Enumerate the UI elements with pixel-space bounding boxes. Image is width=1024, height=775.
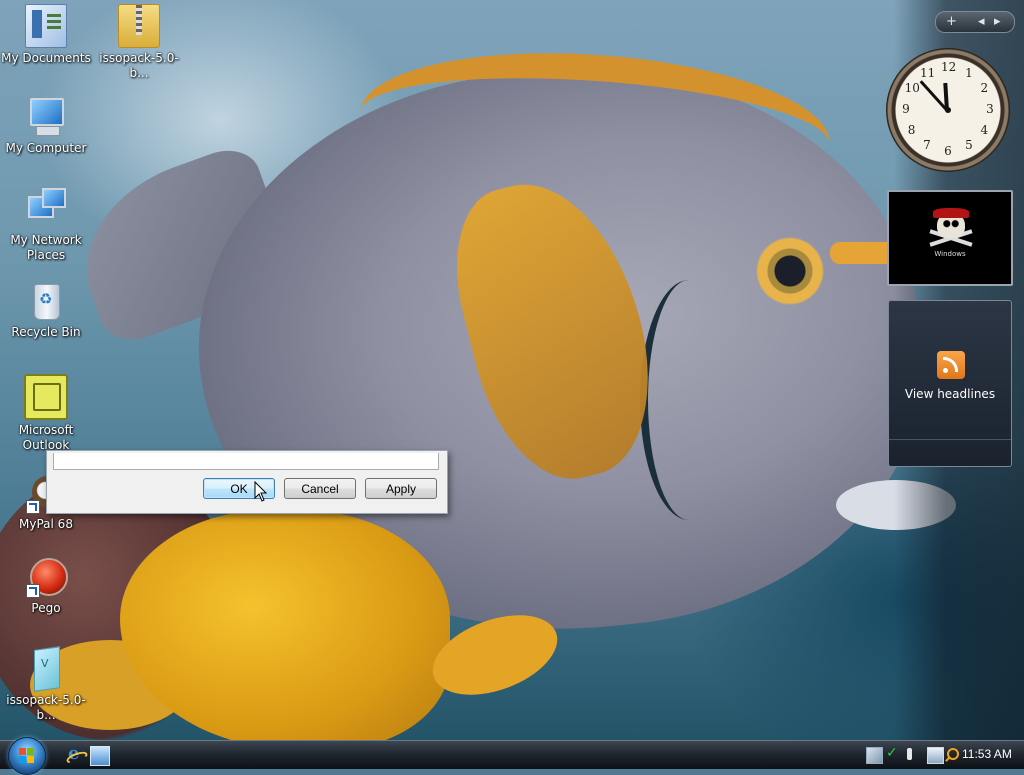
shortcut-arrow-icon	[26, 500, 40, 514]
display-tray-icon[interactable]	[927, 747, 944, 764]
feed-gadget-footer	[889, 439, 1011, 466]
desktop-icon-label: Microsoft Outlook	[18, 423, 74, 452]
dialog-window: OK Cancel Apply	[46, 450, 448, 514]
slideshow-caption: Windows	[934, 250, 966, 258]
sidebar-controls: + ◂ ▸	[935, 11, 1015, 33]
desktop-icon-my-computer[interactable]: My Computer	[0, 96, 92, 156]
view-headlines-link[interactable]: View headlines	[889, 387, 1011, 401]
shortcut-arrow-icon	[26, 584, 40, 598]
feed-headlines-gadget[interactable]: View headlines	[888, 300, 1012, 467]
next-page-button[interactable]: ▸	[994, 12, 1001, 32]
network-icon	[26, 188, 66, 230]
slideshow-gadget[interactable]: Windows	[887, 190, 1013, 286]
fish-gill	[640, 280, 738, 520]
desktop-icon-label: My Network Places	[10, 233, 82, 262]
clock-numeral: 4	[980, 123, 989, 137]
yellow-fish	[120, 510, 450, 740]
show-desktop-icon[interactable]	[90, 746, 110, 766]
clock-numeral: 6	[944, 144, 952, 158]
computer-icon	[26, 96, 66, 138]
dialog-text-field[interactable]	[53, 453, 439, 470]
outlook-icon	[24, 374, 68, 420]
clock-gadget[interactable]: 12 1 2 3 4 5 6 7 8 9 10 11	[886, 48, 1010, 172]
clock-center-pin	[945, 107, 951, 113]
internet-explorer-icon[interactable]	[66, 743, 84, 764]
cancel-button[interactable]: Cancel	[284, 478, 356, 499]
search-tray-icon[interactable]	[944, 747, 959, 762]
start-button[interactable]	[8, 737, 46, 775]
clock-numeral: 5	[965, 138, 973, 153]
clock-numeral: 8	[907, 123, 916, 137]
clock-numeral: 9	[902, 102, 910, 116]
clock-numeral: 7	[923, 138, 931, 153]
desktop-icon-label: My Computer	[5, 141, 87, 155]
desktop-wallpaper	[0, 0, 1024, 740]
desktop-icon-label: issopack-5.0-b...	[6, 693, 86, 722]
desktop-icon-issopack-disc[interactable]: issopack-5.0-b...	[0, 648, 92, 723]
clock-numeral: 2	[980, 81, 989, 95]
clock-numeral: 1	[965, 65, 973, 80]
desktop-icon-my-documents[interactable]: My Documents	[0, 4, 92, 66]
desktop-icon-zip-file[interactable]: issopack-5.0-b...	[93, 4, 185, 81]
desktop-icon-label: Pego	[31, 601, 61, 615]
bandana-graphic	[933, 208, 969, 218]
desktop-icon-my-network[interactable]: My Network Places	[0, 188, 92, 263]
desktop-icon-outlook[interactable]: Microsoft Outlook	[0, 374, 92, 453]
clock-numeral: 10	[904, 81, 920, 95]
security-check-tray-icon[interactable]	[885, 745, 900, 762]
clock-numeral: 12	[941, 60, 957, 74]
windows-logo-icon	[19, 748, 35, 764]
recycle-bin-icon	[26, 280, 66, 322]
desktop-icon-label: Recycle Bin	[11, 325, 81, 339]
zip-folder-icon	[118, 4, 160, 48]
pego-icon	[26, 556, 68, 598]
clock-numeral: 3	[986, 102, 994, 116]
desktop-icon-label: MyPal 68	[19, 517, 73, 531]
network-tray-icon[interactable]	[866, 747, 883, 764]
disc-image-icon	[26, 648, 66, 690]
rss-icon	[937, 351, 965, 379]
desktop-icon-label: issopack-5.0-b...	[99, 51, 179, 80]
fish-eye	[754, 236, 826, 306]
desktop-icon-label: My Documents	[1, 51, 91, 65]
usb-device-tray-icon[interactable]	[902, 747, 917, 762]
desktop-icon-pego[interactable]: Pego	[0, 556, 92, 616]
clock-numeral: 11	[920, 65, 936, 80]
documents-folder-icon	[25, 4, 67, 48]
taskbar-clock[interactable]: 11:53 AM	[962, 747, 1012, 761]
previous-page-button[interactable]: ◂	[978, 12, 985, 32]
taskbar: 11:53 AM	[0, 737, 1024, 775]
desktop-icon-recycle-bin[interactable]: Recycle Bin	[0, 280, 92, 340]
add-gadget-button[interactable]: +	[946, 12, 957, 32]
system-tray: 11:53 AM	[862, 741, 1024, 769]
apply-button[interactable]: Apply	[365, 478, 437, 499]
